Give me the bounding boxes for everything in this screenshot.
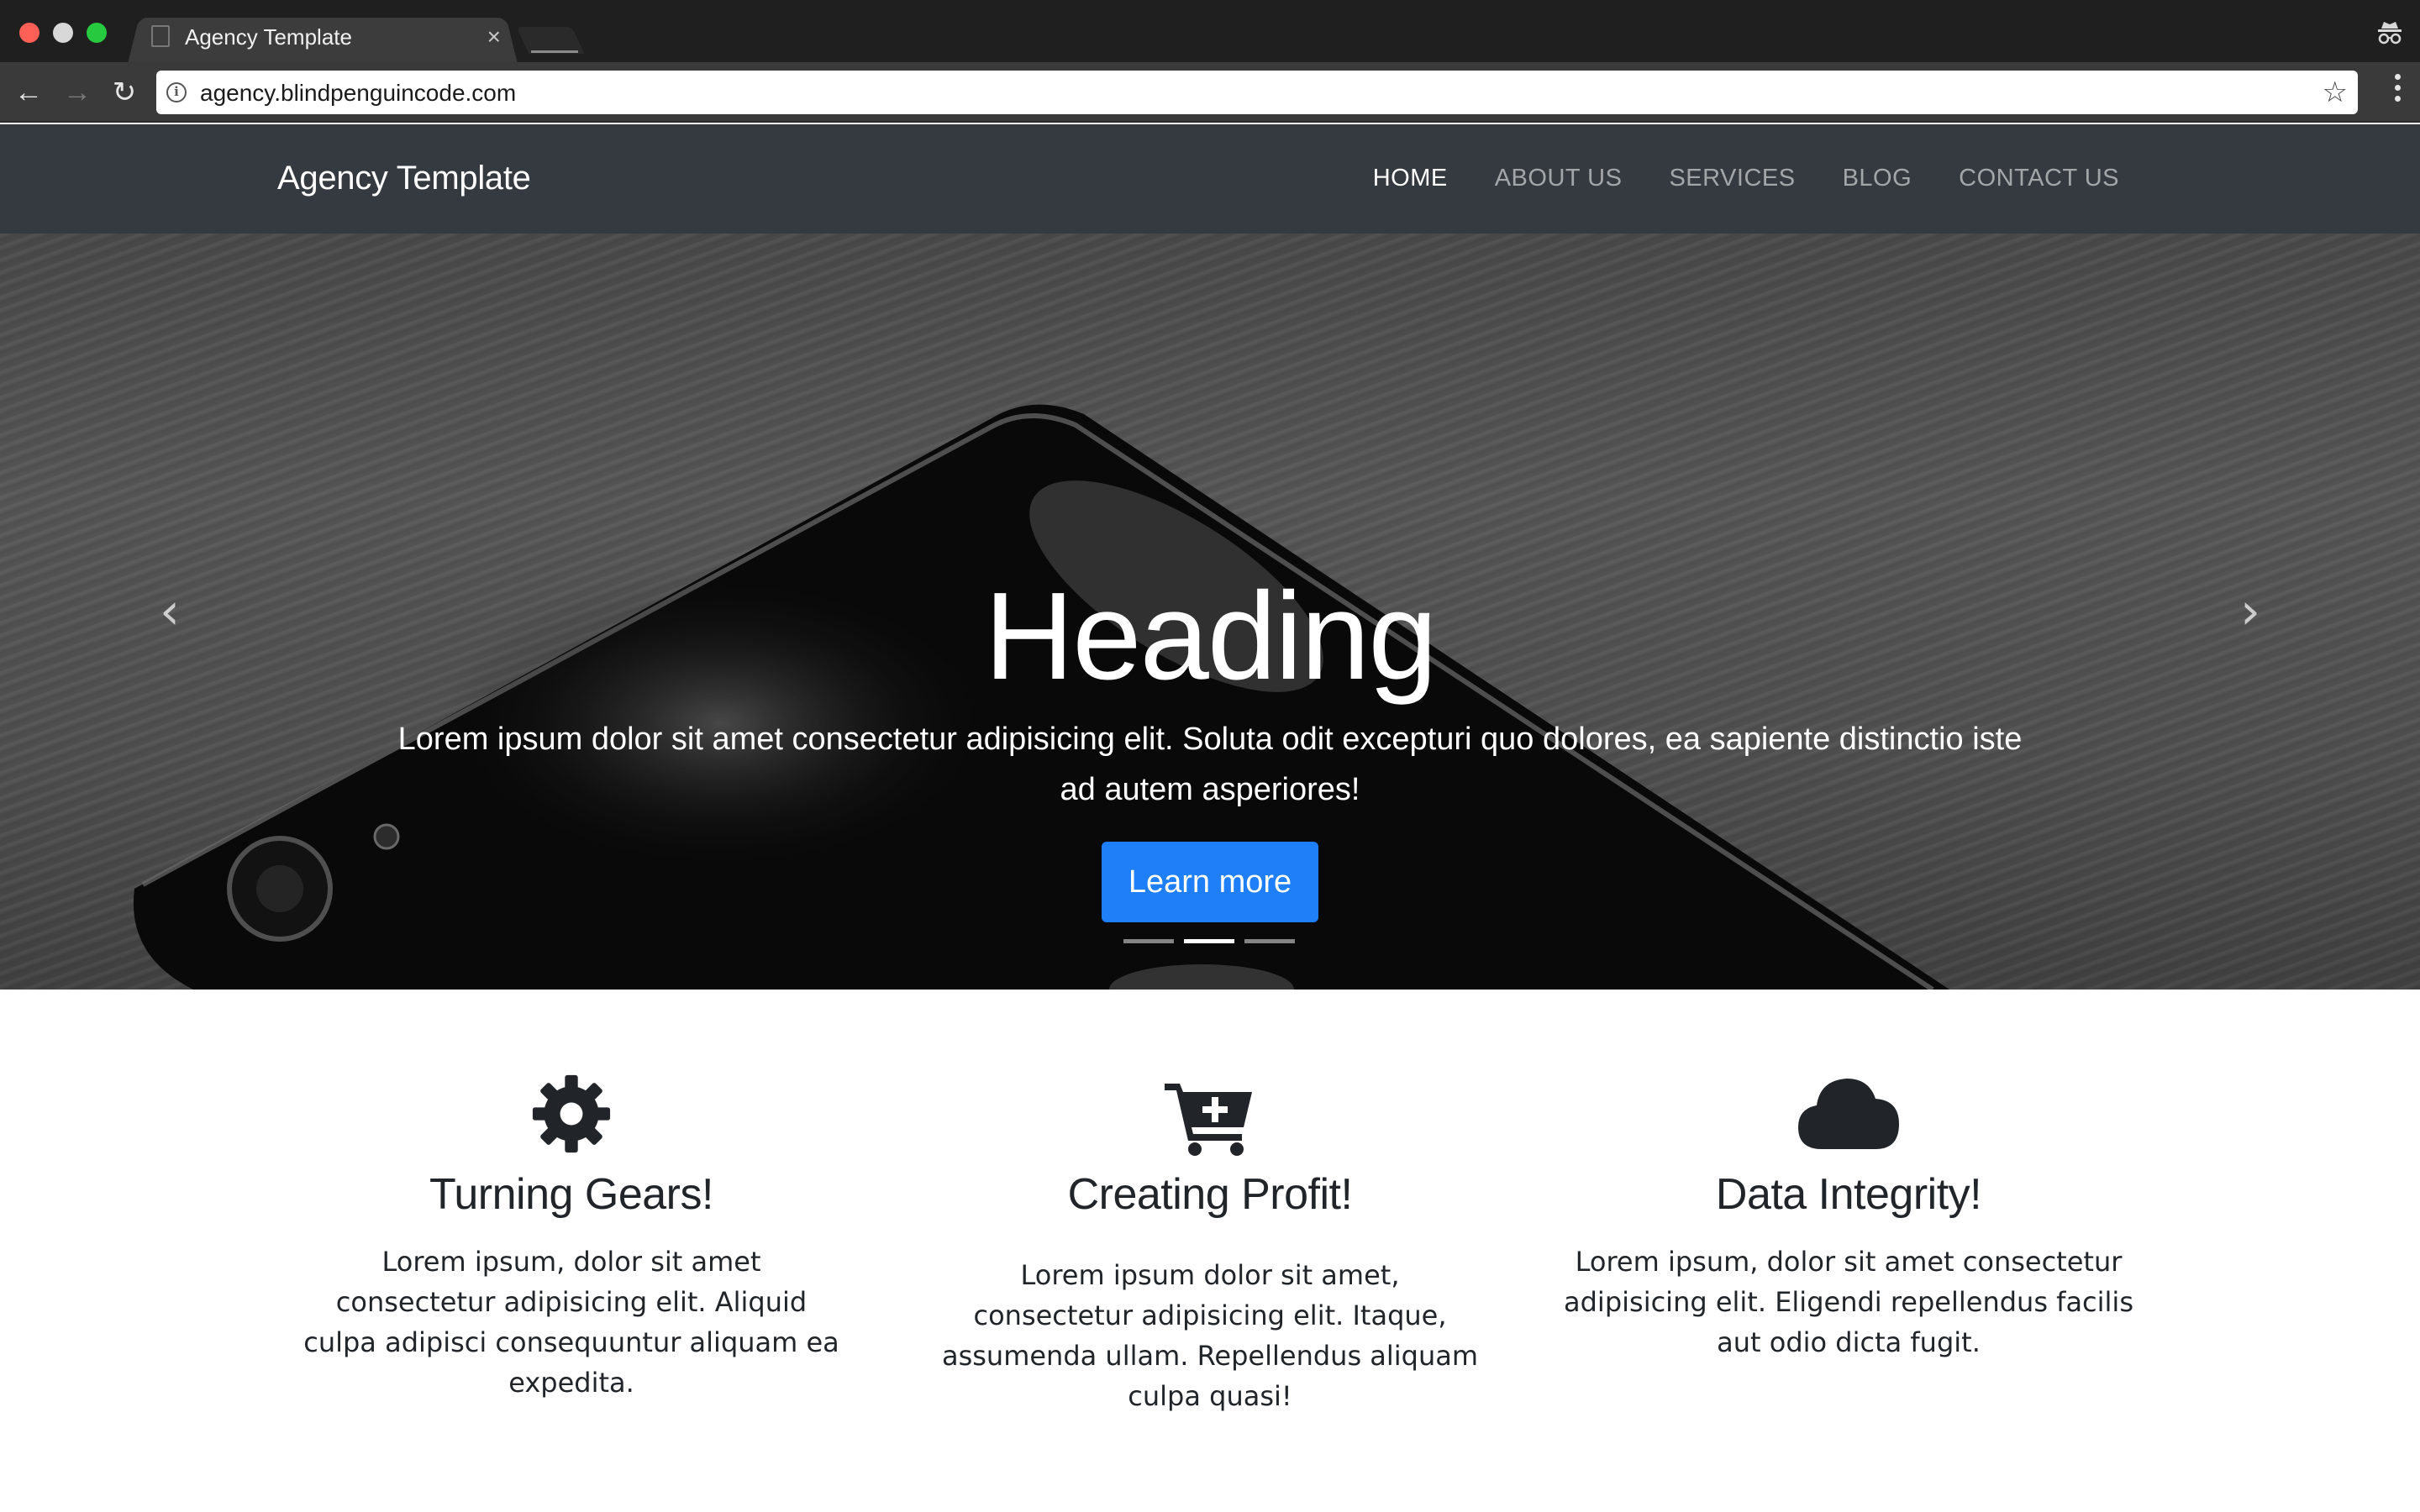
hero-carousel: ‹ › Heading Lorem ipsum dolor sit amet c…: [0, 234, 2420, 990]
browser-menu-icon[interactable]: [2395, 74, 2402, 111]
hero-text: Lorem ipsum dolor sit amet consectetur a…: [397, 722, 2023, 807]
learn-more-button[interactable]: Learn more: [1102, 842, 1318, 922]
browser-toolbar: ← → ↻ i agency.blindpenguincode.com ☆: [0, 62, 2420, 123]
carousel-indicator-2[interactable]: [1184, 939, 1234, 943]
bookmark-star-icon[interactable]: ☆: [2323, 76, 2348, 109]
site-navbar: Agency Template HOME ABOUT US SERVICES B…: [0, 124, 2420, 234]
gear-icon: [532, 1074, 611, 1153]
tab-close-icon[interactable]: ×: [487, 22, 501, 52]
new-tab-underline: [531, 50, 578, 53]
feature-text: Lorem ipsum, dolor sit amet consectetur …: [303, 1246, 839, 1399]
tab-title: Agency Template: [185, 24, 352, 50]
carousel-indicator-1[interactable]: [1123, 939, 1174, 943]
page-favicon-icon: [151, 25, 170, 47]
feature-title: Turning Gears!: [429, 1170, 713, 1219]
site-info-icon[interactable]: i: [166, 82, 187, 102]
feature-text: Lorem ipsum dolor sit amet, consectetur …: [941, 1259, 1479, 1412]
browser-tab-content[interactable]: Agency Template ×: [151, 15, 513, 62]
nav-link-contact-us[interactable]: CONTACT US: [1959, 165, 2119, 192]
back-icon[interactable]: ←: [12, 76, 45, 109]
navbar-brand[interactable]: Agency Template: [277, 160, 531, 197]
address-bar[interactable]: i agency.blindpenguincode.com ☆: [156, 71, 2358, 114]
nav-links: HOME ABOUT US SERVICES BLOG CONTACT US: [1373, 165, 2119, 192]
nav-link-about-us[interactable]: ABOUT US: [1495, 165, 1623, 192]
reload-icon[interactable]: ↻: [108, 76, 141, 109]
nav-link-home[interactable]: HOME: [1373, 165, 1448, 192]
nav-link-services[interactable]: SERVICES: [1669, 165, 1795, 192]
close-window-button[interactable]: [19, 23, 39, 43]
incognito-icon[interactable]: [2376, 20, 2403, 45]
cloud-icon: [1798, 1079, 1899, 1149]
feature-text: Lorem ipsum, dolor sit amet consectetur …: [1564, 1246, 2133, 1358]
forward-icon[interactable]: →: [60, 76, 94, 109]
feature-title: Creating Profit!: [1067, 1170, 1353, 1219]
url-text[interactable]: agency.blindpenguincode.com: [200, 80, 516, 107]
minimize-window-button[interactable]: [53, 23, 73, 43]
carousel-indicators: [1123, 939, 1295, 943]
maximize-window-button[interactable]: [87, 23, 107, 43]
feature-title: Data Integrity!: [1715, 1170, 1982, 1219]
cart-plus-icon: [1165, 1084, 1252, 1156]
nav-link-blog[interactable]: BLOG: [1843, 165, 1912, 192]
carousel-caption: Heading Lorem ipsum dolor sit amet conse…: [0, 234, 2420, 990]
features-section: Turning Gears! Lorem ipsum, dolor sit am…: [0, 990, 2420, 1512]
hero-heading: Heading: [984, 567, 1437, 706]
browser-tab-bar: Agency Template ×: [0, 0, 2420, 65]
carousel-indicator-3[interactable]: [1244, 939, 1295, 943]
